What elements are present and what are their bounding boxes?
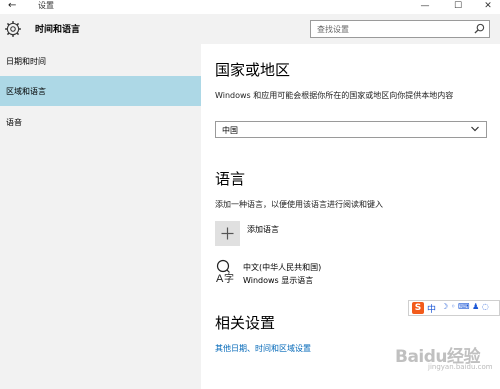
sidebar-item-label: 日期和时间	[6, 57, 46, 66]
sogou-logo-icon[interactable]: S	[412, 302, 424, 314]
back-arrow-icon[interactable]: ←	[8, 0, 16, 12]
ime-tool-icons[interactable]: ☽ ◦ ⌨ ♟ ◌	[441, 302, 489, 311]
ime-mode-indicator[interactable]: 中	[427, 302, 436, 315]
sidebar-item-region-language[interactable]: 区域和语言	[0, 76, 201, 106]
title-bar: ← 设置 — ☐ ✕	[0, 0, 500, 14]
maximize-button[interactable]: ☐	[448, 0, 468, 12]
sidebar: 日期和时间 区域和语言 语音	[0, 44, 201, 389]
sidebar-item-date-time[interactable]: 日期和时间	[0, 46, 201, 76]
search-placeholder: 查找设置	[317, 25, 349, 34]
search-input[interactable]: 查找设置	[310, 20, 490, 38]
sidebar-item-label: 区域和语言	[6, 87, 46, 96]
installed-language-status: Windows 显示语言	[243, 276, 314, 285]
page-title: 时间和语言	[35, 25, 81, 35]
gear-icon	[5, 21, 21, 37]
add-language-button[interactable]	[215, 221, 240, 246]
svg-text:字: 字	[224, 272, 234, 284]
plus-icon	[221, 227, 234, 240]
installed-language-name[interactable]: 中文(中华人民共和国)	[243, 262, 321, 273]
additional-date-time-region-link[interactable]: 其他日期、时间和区域设置	[215, 343, 311, 354]
sidebar-item-speech[interactable]: 语音	[0, 107, 201, 137]
region-description: Windows 和应用可能会根据你所在的国家或地区向你提供本地内容	[215, 91, 454, 100]
ime-toolbar[interactable]: S 中 ☽ ◦ ⌨ ♟ ◌	[408, 300, 500, 316]
chevron-down-icon	[471, 126, 479, 132]
svg-text:A: A	[216, 273, 224, 284]
main-content: 国家或地区 Windows 和应用可能会根据你所在的国家或地区向你提供本地内容 …	[201, 44, 500, 389]
related-settings-heading: 相关设置	[215, 314, 276, 332]
language-description: 添加一种语言，以便使用该语言进行阅读和键入	[215, 200, 383, 209]
sidebar-item-label: 语音	[6, 118, 22, 127]
language-heading: 语言	[215, 170, 246, 188]
close-button[interactable]: ✕	[478, 0, 498, 12]
region-heading: 国家或地区	[215, 61, 291, 79]
window-title: 设置	[38, 1, 54, 10]
country-select-value: 中国	[222, 126, 238, 135]
baidu-watermark-url: jingyan.baidu.com	[428, 363, 493, 371]
search-icon[interactable]	[474, 23, 485, 34]
minimize-button[interactable]: —	[415, 0, 435, 12]
settings-header: 时间和语言 查找设置	[0, 14, 500, 44]
language-icon: A 字	[216, 259, 234, 284]
country-select[interactable]: 中国	[215, 121, 487, 138]
add-language-label[interactable]: 添加语言	[247, 224, 279, 235]
